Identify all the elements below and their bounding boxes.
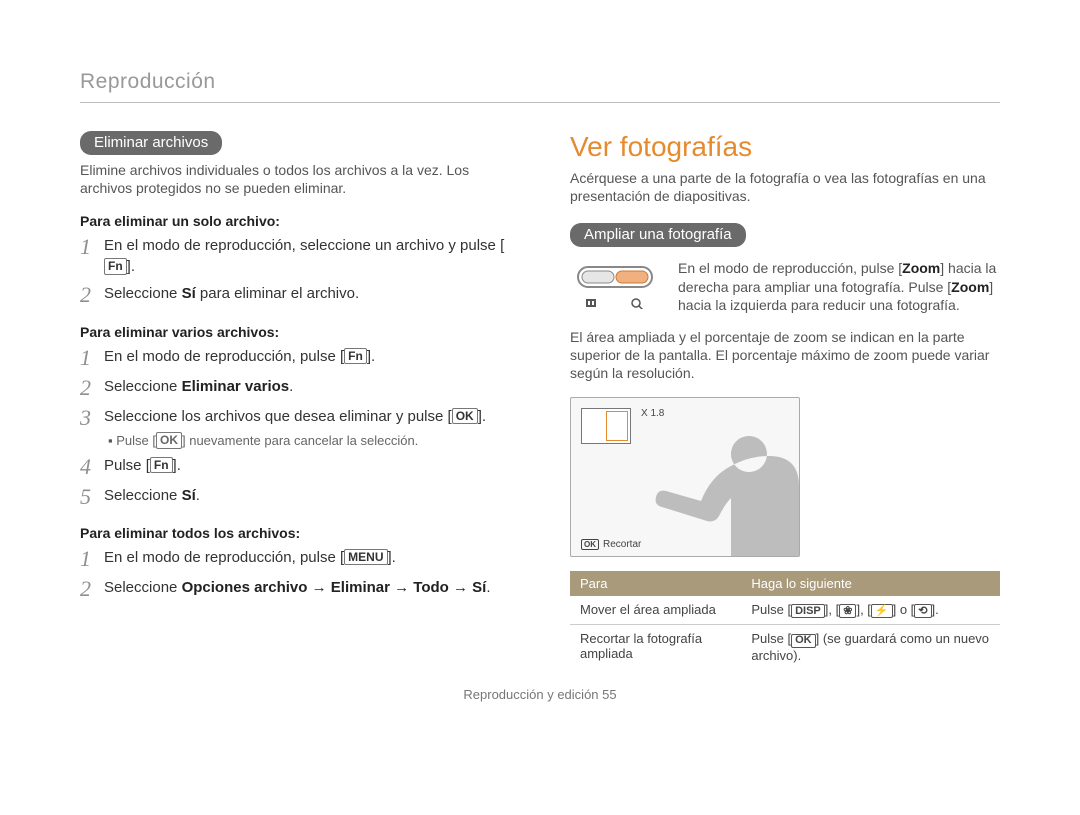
table-cell: Pulse [OK] (se guardará como un nuevo ar… (741, 625, 1000, 669)
zoom-row: En el modo de reproducción, pulse [Zoom]… (570, 259, 1000, 314)
table-header: Para (570, 571, 741, 596)
disp-button-icon: DISP (791, 604, 825, 618)
step-text: En el modo de reproducción, pulse [MENU]… (104, 547, 396, 568)
zoom-area-note: El área ampliada y el porcentaje de zoom… (570, 328, 1000, 383)
macro-button-icon: ❀ (839, 604, 856, 618)
steps-delete-many-cont: 4 Pulse [Fn]. 5 Seleccione Sí. (80, 455, 510, 509)
step-text: Seleccione Sí para eliminar el archivo. (104, 283, 359, 304)
ok-button-icon: OK (156, 432, 182, 448)
section-pill-delete: Eliminar archivos (80, 131, 222, 155)
two-column-layout: Eliminar archivos Elimine archivos indiv… (80, 131, 1000, 669)
ok-button-icon: OK (791, 634, 816, 648)
step-text: Pulse [Fn]. (104, 455, 181, 476)
zoom-lever-icon (570, 259, 660, 309)
steps-delete-many: 1 En el modo de reproducción, pulse [Fn]… (80, 346, 510, 431)
step-number: 2 (80, 283, 96, 307)
step-text: En el modo de reproducción, pulse [Fn]. (104, 346, 375, 367)
table-cell: Pulse [DISP], [❀], [⚡] o [⟲]. (741, 596, 1000, 625)
ok-button-icon: OK (452, 408, 478, 424)
right-column: Ver fotografías Acérquese a una parte de… (570, 131, 1000, 669)
step-text: En el modo de reproducción, seleccione u… (104, 235, 510, 277)
silhouette-icon (639, 406, 799, 556)
table-row: Recortar la fotografía ampliada Pulse [O… (570, 625, 1000, 669)
timer-button-icon: ⟲ (914, 604, 931, 618)
fn-button-icon: Fn (344, 348, 367, 364)
flash-button-icon: ⚡ (871, 604, 893, 618)
preview-thumbnail (581, 408, 631, 444)
section-pill-zoom: Ampliar una fotografía (570, 223, 746, 247)
table-cell: Recortar la fotografía ampliada (570, 625, 741, 669)
table-row: Mover el área ampliada Pulse [DISP], [❀]… (570, 596, 1000, 625)
step-number: 5 (80, 485, 96, 509)
breadcrumb: Reproducción (80, 70, 1000, 94)
step-text: Seleccione Opciones archivo → Eliminar →… (104, 577, 491, 598)
label-delete-all: Para eliminar todos los archivos: (80, 525, 510, 541)
table-header: Haga lo siguiente (741, 571, 1000, 596)
menu-button-icon: MENU (344, 549, 387, 565)
step-number: 2 (80, 577, 96, 601)
divider (80, 102, 1000, 103)
preview-cut-label: OK Recortar (581, 539, 641, 550)
heading-view-photos: Ver fotografías (570, 131, 1000, 163)
ok-button-icon: OK (581, 539, 599, 550)
step-number: 1 (80, 235, 96, 259)
table-cell: Mover el área ampliada (570, 596, 741, 625)
label-delete-many: Para eliminar varios archivos: (80, 324, 510, 340)
steps-delete-all: 1 En el modo de reproducción, pulse [MEN… (80, 547, 510, 601)
step-number: 1 (80, 547, 96, 571)
manual-page: Reproducción Eliminar archivos Elimine a… (0, 0, 1080, 815)
fn-button-icon: Fn (150, 457, 173, 473)
delete-intro: Elimine archivos individuales o todos lo… (80, 161, 510, 197)
step-number: 1 (80, 346, 96, 370)
page-footer: Reproducción y edición 55 (80, 687, 1000, 702)
screen-preview: X 1.8 OK Recortar (570, 397, 800, 557)
step-text: Seleccione los archivos que desea elimin… (104, 406, 486, 427)
actions-table: Para Haga lo siguiente Mover el área amp… (570, 571, 1000, 669)
steps-delete-one: 1 En el modo de reproducción, seleccione… (80, 235, 510, 307)
step-number: 3 (80, 406, 96, 430)
step-number: 2 (80, 376, 96, 400)
step-number: 4 (80, 455, 96, 479)
step-text: Seleccione Sí. (104, 485, 200, 506)
label-delete-one: Para eliminar un solo archivo: (80, 213, 510, 229)
view-intro: Acérquese a una parte de la fotografía o… (570, 169, 1000, 205)
step-sub-bullet: Pulse [OK] nuevamente para cancelar la s… (108, 432, 510, 448)
zoom-instructions: En el modo de reproducción, pulse [Zoom]… (678, 259, 1000, 314)
preview-viewport-box (606, 411, 628, 441)
left-column: Eliminar archivos Elimine archivos indiv… (80, 131, 510, 669)
fn-button-icon: Fn (104, 258, 127, 274)
step-text: Seleccione Eliminar varios. (104, 376, 293, 397)
